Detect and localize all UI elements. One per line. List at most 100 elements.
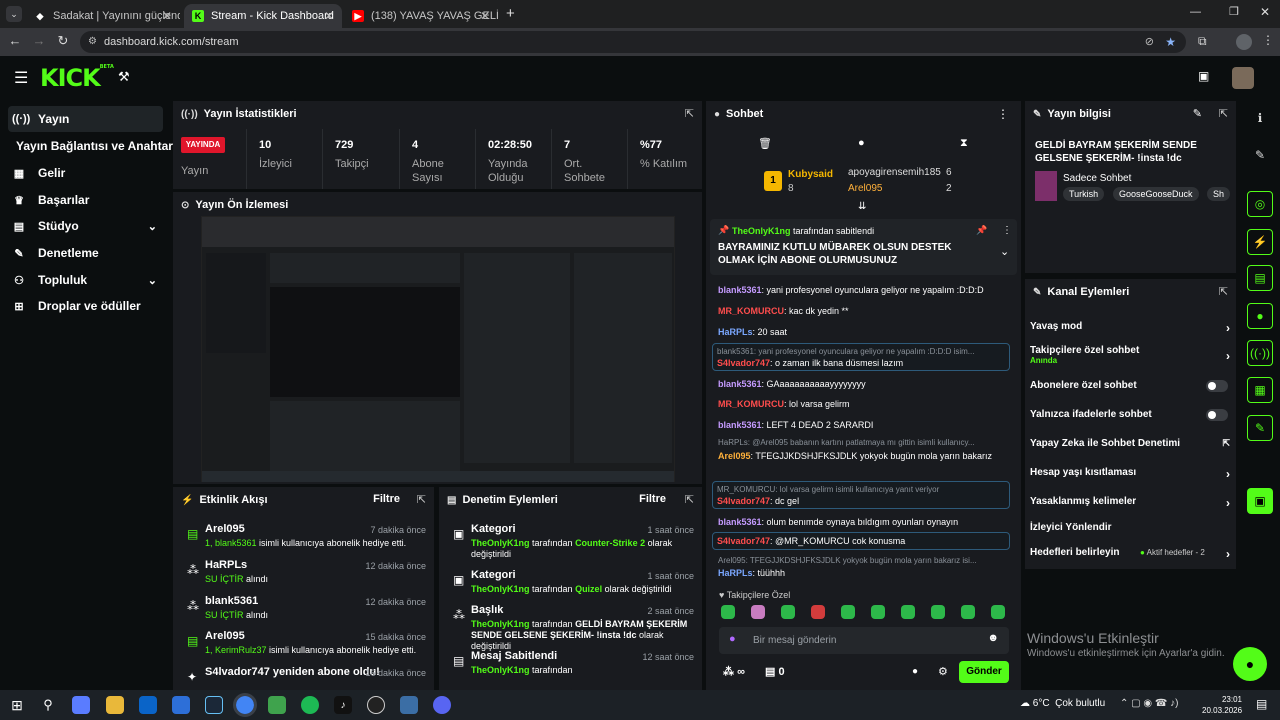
app-icon[interactable] <box>400 696 418 714</box>
close-window-icon[interactable]: ✕ <box>1260 5 1270 19</box>
tab-list-icon[interactable]: ⌄ <box>6 6 22 22</box>
sidebar-item-basarilar[interactable]: ♛ Başarılar <box>8 187 163 213</box>
sidebar-item-studyo[interactable]: ▤ Stüdyo ⌄ <box>8 213 163 239</box>
popout-icon[interactable]: ⇱ <box>685 493 694 506</box>
emoji-icon[interactable]: ☻ <box>987 632 999 644</box>
stream-preview-video[interactable] <box>201 216 675 482</box>
popout-icon[interactable]: ⇱ <box>1219 285 1228 298</box>
copilot-icon[interactable] <box>72 696 90 714</box>
gift-display[interactable]: ▤ 0 <box>765 665 785 678</box>
kick-logo[interactable]: KICKBETA <box>40 64 114 92</box>
moderation-filter-button[interactable]: Filtre <box>639 493 666 505</box>
followers-only-row[interactable]: Takipçilere özel sohbet Anında › <box>1030 345 1230 367</box>
expand-down-icon[interactable]: ⇊ <box>858 201 866 212</box>
sidebar-item-denetleme[interactable]: ✎ Denetleme <box>8 240 163 266</box>
notification-icon[interactable]: ▤ <box>1256 697 1267 711</box>
emote[interactable] <box>961 605 975 619</box>
browser-tab-kick-dashboard[interactable]: K Stream - Kick Dashboard ✕ <box>184 4 342 28</box>
eye-off-icon[interactable]: ⊘ <box>1145 31 1154 53</box>
sidebar-item-gelir[interactable]: ▦ Gelir <box>8 160 163 186</box>
close-tab-icon[interactable]: ✕ <box>162 9 172 23</box>
send-button[interactable]: Gönder <box>959 661 1009 683</box>
redirect-viewers-row[interactable]: İzleyici Yönlendir <box>1030 522 1230 536</box>
layout-icon[interactable]: ▦ <box>1247 377 1273 403</box>
slow-mode-row[interactable]: Yavaş mod › <box>1030 321 1230 337</box>
extensions-icon[interactable]: ⧉ <box>1198 34 1207 49</box>
search-icon[interactable]: ⚲ <box>39 696 57 714</box>
help-chat-button[interactable]: ● <box>1233 647 1267 681</box>
chat-input[interactable]: ● Bir mesaj gönderin ☻ <box>719 627 1009 654</box>
tiktok-icon[interactable]: ♪ <box>334 696 352 714</box>
trash-icon[interactable]: 🗑 <box>758 137 772 150</box>
popout-icon[interactable]: ⇱ <box>685 107 694 120</box>
steam-icon[interactable] <box>205 696 223 714</box>
emote[interactable] <box>781 605 795 619</box>
browser-tab-sadakat[interactable]: ◆Sadakat | Yayınını güçlendirmek✕ <box>26 4 180 28</box>
back-icon[interactable]: ← <box>6 33 24 48</box>
set-goals-row[interactable]: Hedefleri belirleyin ● Aktif hedefler - 2… <box>1030 547 1230 561</box>
obs-icon[interactable] <box>367 696 385 714</box>
emote-only-row[interactable]: Yalnızca ifadelerle sohbet <box>1030 409 1230 423</box>
tools-icon[interactable]: ⚒ <box>118 69 130 85</box>
chat-menu-icon[interactable]: ⋮ <box>997 107 1009 121</box>
emote[interactable] <box>901 605 915 619</box>
chat-bubble-icon[interactable]: ● <box>858 137 865 149</box>
document-icon[interactable]: ▤ <box>1247 265 1273 291</box>
emote[interactable] <box>721 605 735 619</box>
bookmark-star-icon[interactable]: ★ <box>1165 31 1176 53</box>
camera-icon[interactable]: ◎ <box>1247 191 1273 217</box>
sidebar-item-topluluk[interactable]: ⚇ Topluluk ⌄ <box>8 267 163 293</box>
file-explorer-icon[interactable] <box>106 696 124 714</box>
unpin-icon[interactable]: 📌 <box>976 225 987 236</box>
forward-icon[interactable]: → <box>30 33 48 48</box>
mail-icon[interactable] <box>172 696 190 714</box>
sidebar-item-droplar[interactable]: ⊞ Droplar ve ödüller <box>8 293 163 319</box>
banned-words-row[interactable]: Yasaklanmış kelimeler › <box>1030 496 1230 510</box>
popout-icon[interactable]: ⇱ <box>417 493 426 506</box>
chat-icon[interactable]: ● <box>1247 303 1273 329</box>
chrome-icon[interactable] <box>233 693 257 717</box>
wrench-icon[interactable]: ✎ <box>1247 415 1273 441</box>
sidebar-item-yayin[interactable]: ((·)) Yayın <box>8 106 163 132</box>
theater-mode-icon[interactable]: ▣ <box>1198 69 1209 83</box>
emote[interactable] <box>811 605 825 619</box>
emote[interactable] <box>991 605 1005 619</box>
close-tab-icon[interactable]: ✕ <box>480 9 490 23</box>
minimize-icon[interactable]: — <box>1190 6 1201 18</box>
spotify-icon[interactable] <box>301 696 319 714</box>
broadcast-icon[interactable]: ((·)) <box>1247 340 1273 366</box>
ai-moderation-row[interactable]: Yapay Zeka ile Sohbet Denetimi ⇱ <box>1030 438 1230 452</box>
browser-menu-icon[interactable]: ⋮ <box>1262 33 1274 47</box>
settings-gear-icon[interactable]: ⚙ <box>938 665 948 678</box>
lightning-icon[interactable]: ⚡ <box>1247 229 1273 255</box>
chat-bubble-icon[interactable]: ● <box>912 666 918 677</box>
discord-icon[interactable] <box>433 696 451 714</box>
subscribers-only-toggle[interactable] <box>1206 380 1228 392</box>
site-info-icon[interactable]: ⚙ <box>88 31 97 53</box>
windows-start-icon[interactable]: ⊞ <box>8 696 26 714</box>
close-tab-icon[interactable]: ✕ <box>324 9 334 23</box>
account-age-row[interactable]: Hesap yaşı kısıtlaması › <box>1030 467 1230 481</box>
user-avatar[interactable] <box>1232 67 1254 89</box>
notepad-icon[interactable] <box>268 696 286 714</box>
pinned-menu-icon[interactable]: ⋮ <box>1002 225 1012 236</box>
emote[interactable] <box>841 605 855 619</box>
restore-icon[interactable]: ❐ <box>1229 5 1239 18</box>
profile-avatar[interactable] <box>1236 34 1252 50</box>
sidebar-item-stream-key[interactable]: Yayın Bağlantısı ve Anahtarı <box>16 133 176 159</box>
pinned-message[interactable]: 📌 TheOnlyK1ng tarafından sabitlendi 📌 ⋮ … <box>710 219 1017 275</box>
edit-icon[interactable]: ✎ <box>1247 142 1273 168</box>
outlook-icon[interactable] <box>139 696 157 714</box>
activity-filter-button[interactable]: Filtre <box>373 493 400 505</box>
emote[interactable] <box>751 605 765 619</box>
edit-pencil-icon[interactable]: ✎ <box>1193 107 1202 120</box>
emote-only-toggle[interactable] <box>1206 409 1228 421</box>
weather-widget[interactable]: ☁ 6°C Çok bulutlu <box>1020 698 1105 709</box>
address-bar[interactable]: ⚙ dashboard.kick.com/stream ⊘ ★ <box>80 31 1186 53</box>
clock[interactable]: 23:01 20.03.2026 <box>1202 694 1242 716</box>
chevron-down-icon[interactable]: ⌄ <box>1000 245 1009 258</box>
hamburger-menu-icon[interactable]: ☰ <box>14 68 28 88</box>
points-display[interactable]: ⁂ ∞ <box>723 665 745 678</box>
popout-icon[interactable]: ⇱ <box>1219 107 1228 120</box>
info-icon[interactable]: ℹ <box>1247 105 1273 131</box>
